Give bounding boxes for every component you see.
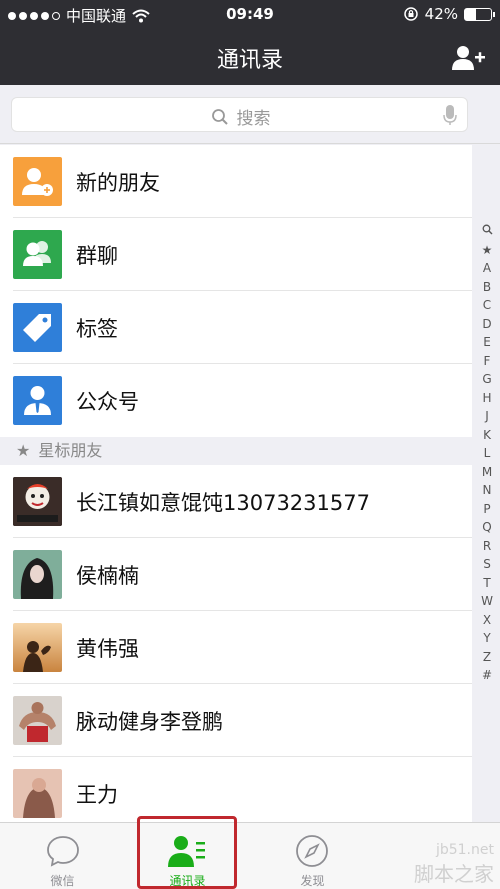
row-label: 公众号 bbox=[76, 390, 139, 414]
fitness-avatar-image bbox=[13, 696, 62, 745]
contact-row[interactable]: 黄伟强 bbox=[0, 611, 472, 684]
microphone-icon[interactable] bbox=[443, 104, 457, 126]
index-letter[interactable]: L bbox=[484, 444, 491, 463]
status-bar: 中国联通 09:49 42% bbox=[0, 0, 500, 30]
row-label: 标签 bbox=[76, 317, 118, 341]
index-letter[interactable]: D bbox=[482, 315, 491, 334]
add-friend-icon[interactable] bbox=[450, 44, 486, 72]
portrait-avatar-image bbox=[13, 550, 62, 599]
sunset-avatar-image bbox=[13, 623, 62, 672]
index-letter[interactable]: B bbox=[483, 278, 491, 297]
watermark-url: jb51.net bbox=[435, 842, 494, 858]
search-input[interactable]: 搜索 bbox=[11, 97, 468, 132]
rotation-lock-icon bbox=[403, 7, 418, 21]
contact-row[interactable]: 侯楠楠 bbox=[0, 538, 472, 611]
contact-avatar bbox=[13, 550, 62, 599]
official-accounts-row[interactable]: 公众号 bbox=[0, 364, 472, 437]
tags-row[interactable]: 标签 bbox=[0, 291, 472, 364]
search-area: 搜索 bbox=[0, 85, 500, 144]
search-placeholder: 搜索 bbox=[236, 109, 271, 129]
contact-name: 长江镇如意馄饨13073231577 bbox=[76, 491, 370, 515]
contact-row[interactable]: 长江镇如意馄饨13073231577 bbox=[0, 465, 472, 538]
row-label: 新的朋友 bbox=[76, 171, 160, 195]
index-letter[interactable]: N bbox=[483, 481, 492, 500]
index-letter[interactable]: # bbox=[482, 666, 492, 685]
section-title: 星标朋友 bbox=[38, 441, 103, 460]
index-letter[interactable]: M bbox=[482, 463, 492, 482]
battery-icon bbox=[464, 7, 495, 21]
alphabet-index[interactable]: ★ A B C D E F G H J K L M N P Q R S T W X Y Z # bbox=[480, 222, 494, 685]
index-letter[interactable]: S bbox=[483, 555, 491, 574]
index-search-icon[interactable] bbox=[482, 222, 493, 241]
new-friends-row[interactable]: 新的朋友 bbox=[0, 145, 472, 218]
contact-name: 侯楠楠 bbox=[76, 564, 139, 588]
index-letter[interactable]: P bbox=[483, 500, 490, 519]
index-letter[interactable]: T bbox=[483, 574, 490, 593]
index-letter[interactable]: H bbox=[482, 389, 491, 408]
add-friend-icon bbox=[22, 168, 53, 196]
group-chat-icon bbox=[23, 241, 51, 266]
highlight-annotation bbox=[137, 816, 237, 889]
index-letter[interactable]: E bbox=[483, 333, 491, 352]
watermark-name: 脚本之家 bbox=[414, 862, 494, 886]
status-right: 42% bbox=[403, 5, 495, 23]
index-letter[interactable]: ★ bbox=[482, 241, 493, 260]
contact-name: 王力 bbox=[76, 783, 118, 807]
tag-icon bbox=[23, 314, 51, 342]
index-letter[interactable]: W bbox=[481, 592, 493, 611]
page-title: 通讯录 bbox=[216, 48, 283, 73]
tab-discover[interactable]: 发现 bbox=[250, 823, 375, 889]
chat-bubble-icon bbox=[47, 836, 79, 867]
tab-chats[interactable]: 微信 bbox=[0, 823, 125, 889]
row-label: 群聊 bbox=[76, 244, 118, 268]
tab-label: 发现 bbox=[300, 874, 325, 888]
contact-name: 黄伟强 bbox=[76, 637, 139, 661]
tab-label: 微信 bbox=[50, 874, 75, 888]
contact-avatar bbox=[13, 696, 62, 745]
contact-list: 新的朋友 群聊 标签 公众号 ★ 星标朋友 长江镇如意馄饨13073231577… bbox=[0, 145, 472, 830]
battery-percent: 42% bbox=[424, 5, 458, 23]
watermark: jb51.net 脚本之家 bbox=[414, 842, 494, 887]
index-letter[interactable]: R bbox=[483, 537, 491, 556]
official-accounts-avatar bbox=[13, 376, 62, 425]
compass-icon bbox=[296, 835, 328, 867]
index-letter[interactable]: C bbox=[483, 296, 491, 315]
index-letter[interactable]: G bbox=[482, 370, 491, 389]
index-letter[interactable]: K bbox=[483, 426, 491, 445]
contact-avatar bbox=[13, 623, 62, 672]
photo-avatar-image bbox=[13, 769, 62, 818]
index-letter[interactable]: Y bbox=[483, 629, 490, 648]
nav-bar: 通讯录 bbox=[0, 30, 500, 85]
index-letter[interactable]: A bbox=[483, 259, 491, 278]
contact-name: 脉动健身李登鹏 bbox=[76, 710, 223, 734]
star-icon: ★ bbox=[16, 441, 31, 460]
search-icon bbox=[211, 108, 228, 125]
group-chats-row[interactable]: 群聊 bbox=[0, 218, 472, 291]
index-letter[interactable]: Z bbox=[483, 648, 491, 667]
index-letter[interactable]: Q bbox=[482, 518, 491, 537]
starred-section-header: ★ 星标朋友 bbox=[0, 437, 472, 465]
tags-avatar bbox=[13, 303, 62, 352]
index-letter[interactable]: J bbox=[485, 407, 489, 426]
contact-row[interactable]: 脉动健身李登鹏 bbox=[0, 684, 472, 757]
new-friends-avatar bbox=[13, 157, 62, 206]
group-chats-avatar bbox=[13, 230, 62, 279]
mascot-avatar-image bbox=[13, 477, 62, 526]
search-placeholder-group: 搜索 bbox=[12, 104, 469, 129]
index-letter[interactable]: X bbox=[483, 611, 491, 630]
contact-avatar bbox=[13, 477, 62, 526]
official-account-icon bbox=[24, 386, 51, 415]
contact-avatar bbox=[13, 769, 62, 818]
index-letter[interactable]: F bbox=[484, 352, 491, 371]
battery-level bbox=[465, 8, 476, 20]
